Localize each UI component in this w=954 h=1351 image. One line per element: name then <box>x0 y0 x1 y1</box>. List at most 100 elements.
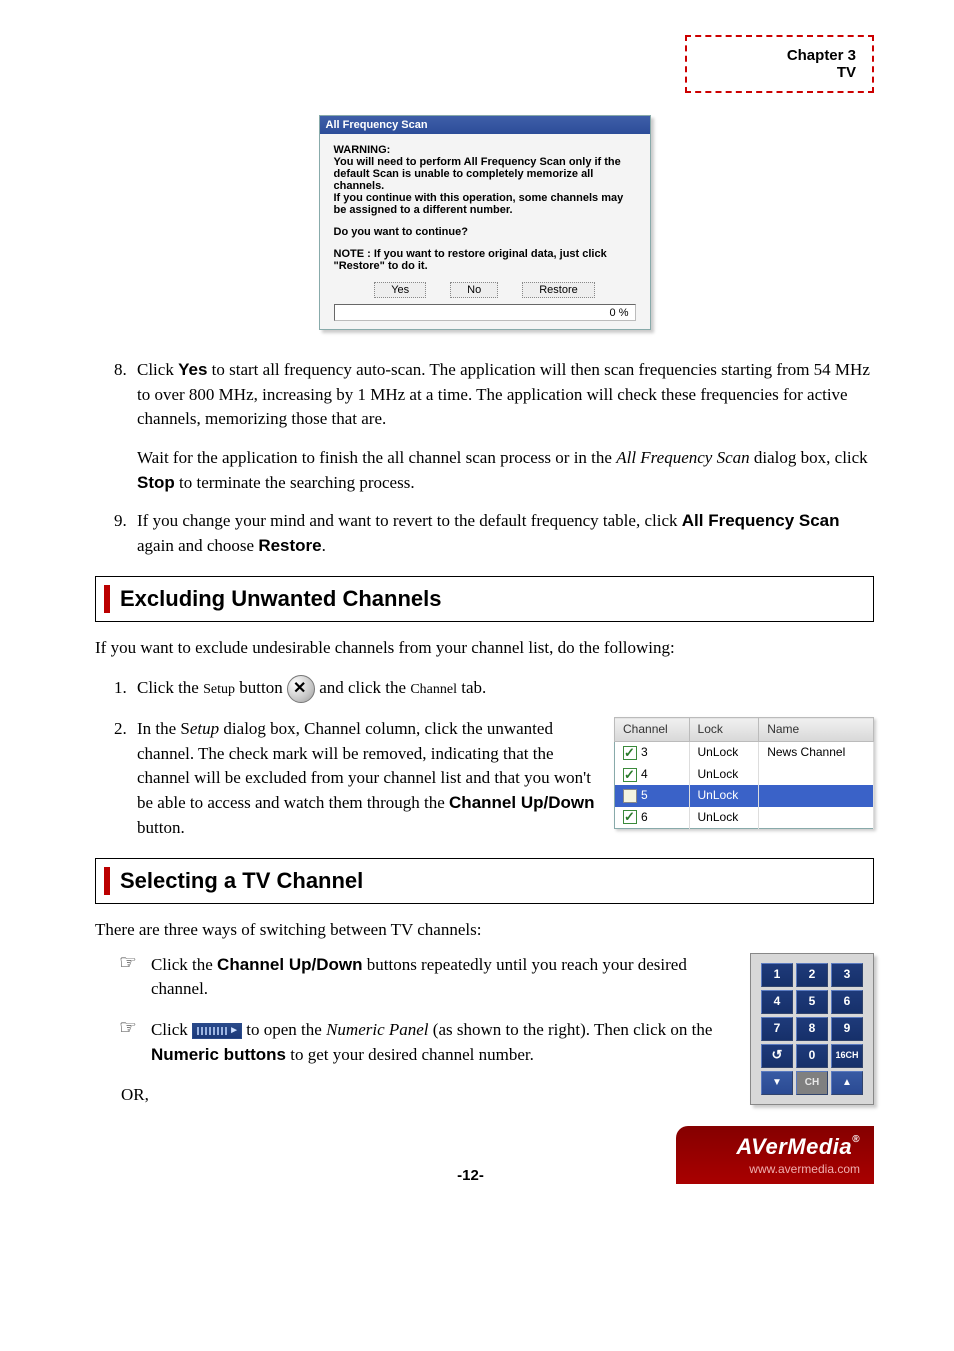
hand-icon: ☞ <box>119 1018 137 1067</box>
warning-line-2: If you continue with this operation, som… <box>334 192 624 216</box>
restore-bold: Restore <box>258 536 321 555</box>
checkbox-icon[interactable] <box>623 746 637 760</box>
text: to start all frequency auto-scan. The ap… <box>137 360 870 428</box>
col-name[interactable]: Name <box>759 718 874 742</box>
exclude-intro: If you want to exclude undesirable chann… <box>95 636 874 661</box>
name-cell <box>759 764 874 785</box>
channel-num: 6 <box>641 810 648 824</box>
yes-button[interactable]: Yes <box>374 282 426 298</box>
keypad-1[interactable]: 1 <box>761 963 793 987</box>
text: to open the <box>242 1020 326 1039</box>
channel-label: Channel <box>410 682 457 697</box>
section-title: Selecting a TV Channel <box>120 865 363 897</box>
text: and click the <box>315 678 410 697</box>
keypad-5[interactable]: 5 <box>796 990 828 1014</box>
lock-cell: UnLock <box>689 742 759 764</box>
exclude-step-2: In the Setup dialog box, Channel column,… <box>131 717 874 840</box>
page-number: -12- <box>265 1167 676 1184</box>
dialog-title: All Frequency Scan <box>320 116 650 134</box>
brand-url: www.avermedia.com <box>690 1162 860 1176</box>
lock-cell: UnLock <box>689 785 759 806</box>
progress-bar: 0 % <box>334 304 636 321</box>
text: In the S <box>137 719 190 738</box>
restore-button[interactable]: Restore <box>522 282 595 298</box>
keypad-ch-up[interactable]: ▲ <box>831 1071 863 1095</box>
name-cell: News Channel <box>759 742 874 764</box>
section-bar <box>104 867 110 895</box>
chapter-subtitle: TV <box>787 64 856 81</box>
keypad-8[interactable]: 8 <box>796 1017 828 1041</box>
col-lock[interactable]: Lock <box>689 718 759 742</box>
numeric-buttons-bold: Numeric buttons <box>151 1045 286 1064</box>
keypad-16ch[interactable]: 16CH <box>831 1044 863 1068</box>
table-row[interactable]: 6 UnLock <box>615 807 874 829</box>
keypad-7[interactable]: 7 <box>761 1017 793 1041</box>
section-title: Excluding Unwanted Channels <box>120 583 441 615</box>
text: Click the <box>137 678 203 697</box>
text: (as shown to the right). Then click on t… <box>429 1020 713 1039</box>
all-frequency-scan-italic: All Frequency Scan <box>616 448 749 467</box>
text: to terminate the searching process. <box>175 473 415 492</box>
progress-value: 0 % <box>610 307 629 319</box>
numeric-panel-italic: Numeric Panel <box>326 1020 428 1039</box>
brand-name: AVerMedia <box>736 1134 852 1159</box>
stop-bold: Stop <box>137 473 175 492</box>
exclude-step-1: Click the Setup button and click the Cha… <box>131 675 874 703</box>
select-intro: There are three ways of switching betwee… <box>95 918 874 943</box>
text: If you change your mind and want to reve… <box>137 511 682 530</box>
numeric-panel-button-icon <box>192 1023 242 1039</box>
text: button <box>235 678 287 697</box>
checkbox-icon[interactable] <box>623 810 637 824</box>
table-row[interactable]: 4 UnLock <box>615 764 874 785</box>
step-9: If you change your mind and want to reve… <box>131 509 874 558</box>
avermedia-logo: AVerMedia® www.avermedia.com <box>676 1126 874 1184</box>
warning-line-1: You will need to perform All Frequency S… <box>334 156 621 192</box>
text: Click <box>137 360 178 379</box>
text: dialog box, click <box>750 448 868 467</box>
text: button. <box>137 818 185 837</box>
keypad-3[interactable]: 3 <box>831 963 863 987</box>
text: tab. <box>457 678 486 697</box>
text: Click <box>151 1020 192 1039</box>
keypad-2[interactable]: 2 <box>796 963 828 987</box>
section-bar <box>104 585 110 613</box>
no-button[interactable]: No <box>450 282 498 298</box>
checkbox-icon[interactable] <box>623 768 637 782</box>
note-text: NOTE : If you want to restore original d… <box>334 248 607 272</box>
section-selecting-tv-channel: Selecting a TV Channel <box>95 858 874 904</box>
setup-label: Setup <box>203 682 235 697</box>
keypad-6[interactable]: 6 <box>831 990 863 1014</box>
table-row[interactable]: 3 UnLock News Channel <box>615 742 874 764</box>
col-channel[interactable]: Channel <box>615 718 690 742</box>
text: to get your desired channel number. <box>286 1045 534 1064</box>
keypad-loop[interactable]: ↺ <box>761 1044 793 1068</box>
etup-italic: etup <box>190 719 219 738</box>
keypad-ch-down[interactable]: ▼ <box>761 1071 793 1095</box>
text: again and choose <box>137 536 258 555</box>
bullet-1: ☞ Click the Channel Up/Down buttons repe… <box>119 953 740 1002</box>
name-cell <box>759 807 874 829</box>
keypad-9[interactable]: 9 <box>831 1017 863 1041</box>
channel-table: Channel Lock Name 3 UnLock News Channel … <box>614 717 874 829</box>
hand-icon: ☞ <box>119 953 137 1002</box>
lock-cell: UnLock <box>689 764 759 785</box>
channel-up-down-bold: Channel Up/Down <box>449 793 594 812</box>
keypad-4[interactable]: 4 <box>761 990 793 1014</box>
chapter-box: Chapter 3 TV <box>685 35 874 93</box>
warning-label: WARNING: <box>334 144 391 156</box>
keypad-0[interactable]: 0 <box>796 1044 828 1068</box>
text: . <box>322 536 326 555</box>
name-cell <box>759 785 874 806</box>
keypad-ch-label: CH <box>796 1071 828 1095</box>
channel-num: 5 <box>641 788 648 802</box>
text: Click the <box>151 955 217 974</box>
registered-icon: ® <box>852 1134 860 1145</box>
table-row-selected[interactable]: 5 UnLock <box>615 785 874 806</box>
channel-num: 3 <box>641 745 648 759</box>
setup-icon <box>287 675 315 703</box>
section-excluding-unwanted: Excluding Unwanted Channels <box>95 576 874 622</box>
all-frequency-scan-dialog: All Frequency Scan WARNING: You will nee… <box>319 115 651 330</box>
continue-question: Do you want to continue? <box>334 226 468 238</box>
checkbox-unchecked-icon[interactable] <box>623 789 637 803</box>
all-frequency-scan-bold: All Frequency Scan <box>682 511 840 530</box>
